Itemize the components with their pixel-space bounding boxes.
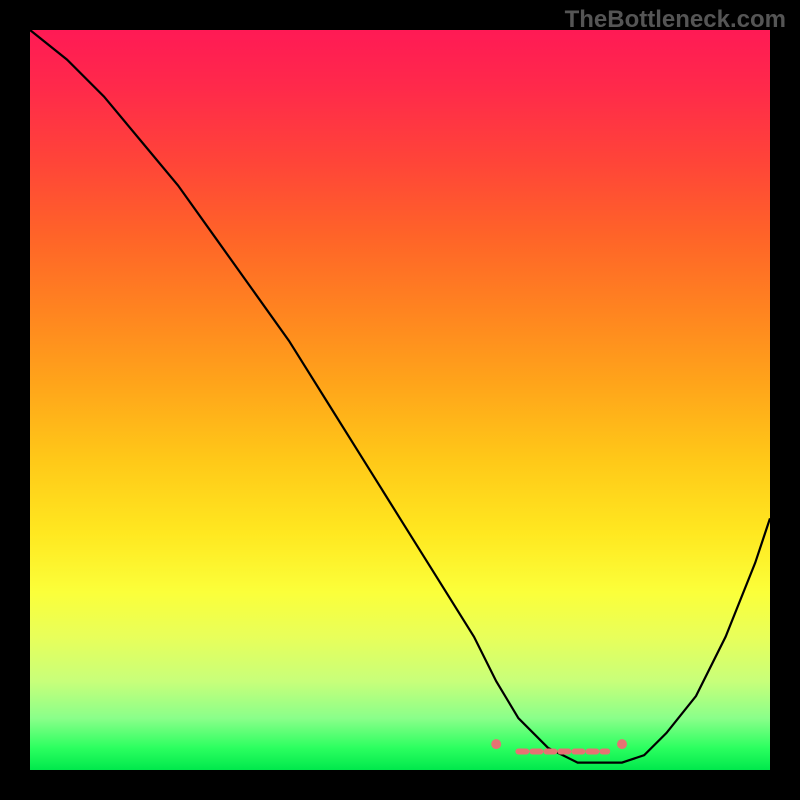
watermark-text: TheBottleneck.com (565, 6, 786, 34)
bottleneck-curve-path (30, 30, 770, 763)
valley-marker-left (491, 739, 501, 749)
chart-plot-area (30, 30, 770, 770)
chart-svg (30, 30, 770, 770)
chart-annotations (491, 739, 627, 751)
valley-marker-right (617, 739, 627, 749)
